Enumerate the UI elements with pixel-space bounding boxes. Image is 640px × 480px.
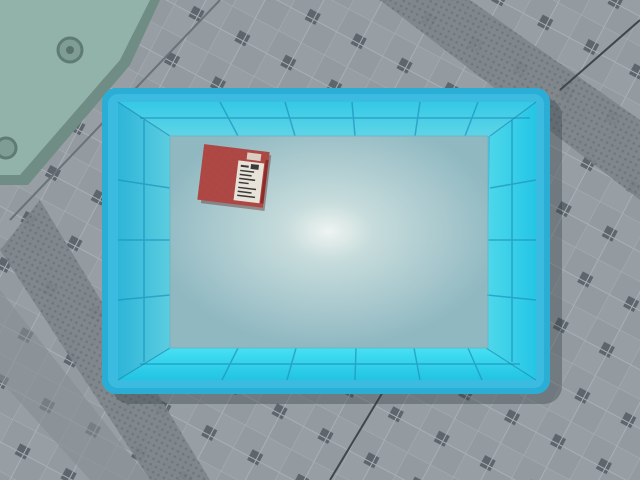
blue-plastic-crate xyxy=(102,88,550,394)
red-cardboard-box xyxy=(197,144,272,211)
photo-scene xyxy=(0,0,640,480)
scene xyxy=(0,0,640,480)
